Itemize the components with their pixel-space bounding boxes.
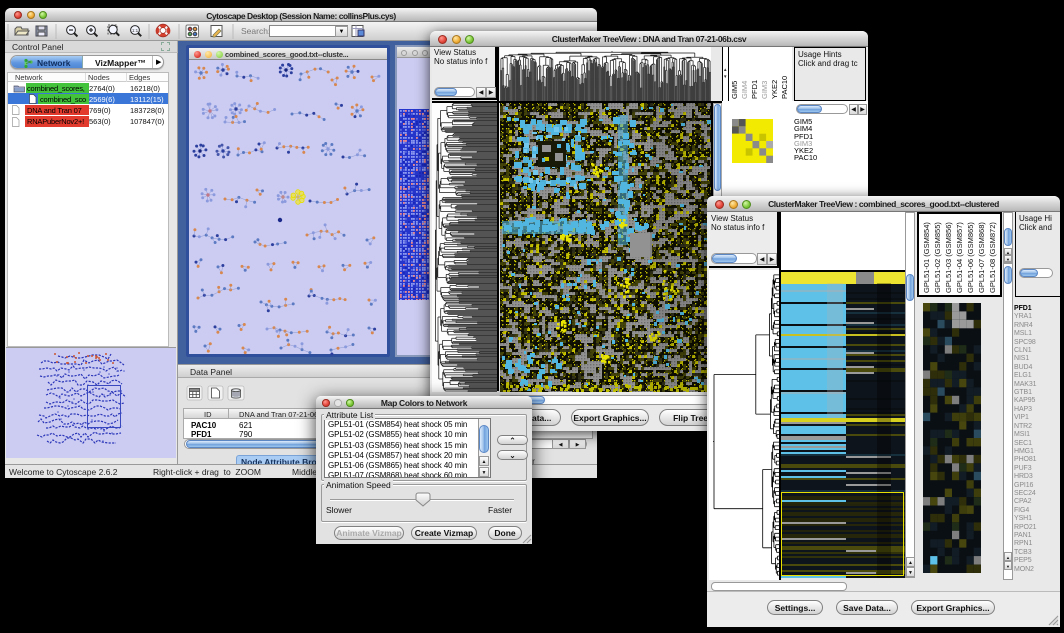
svg-text:1:1: 1:1	[132, 28, 139, 33]
svg-text:Search:: Search:	[241, 26, 270, 36]
